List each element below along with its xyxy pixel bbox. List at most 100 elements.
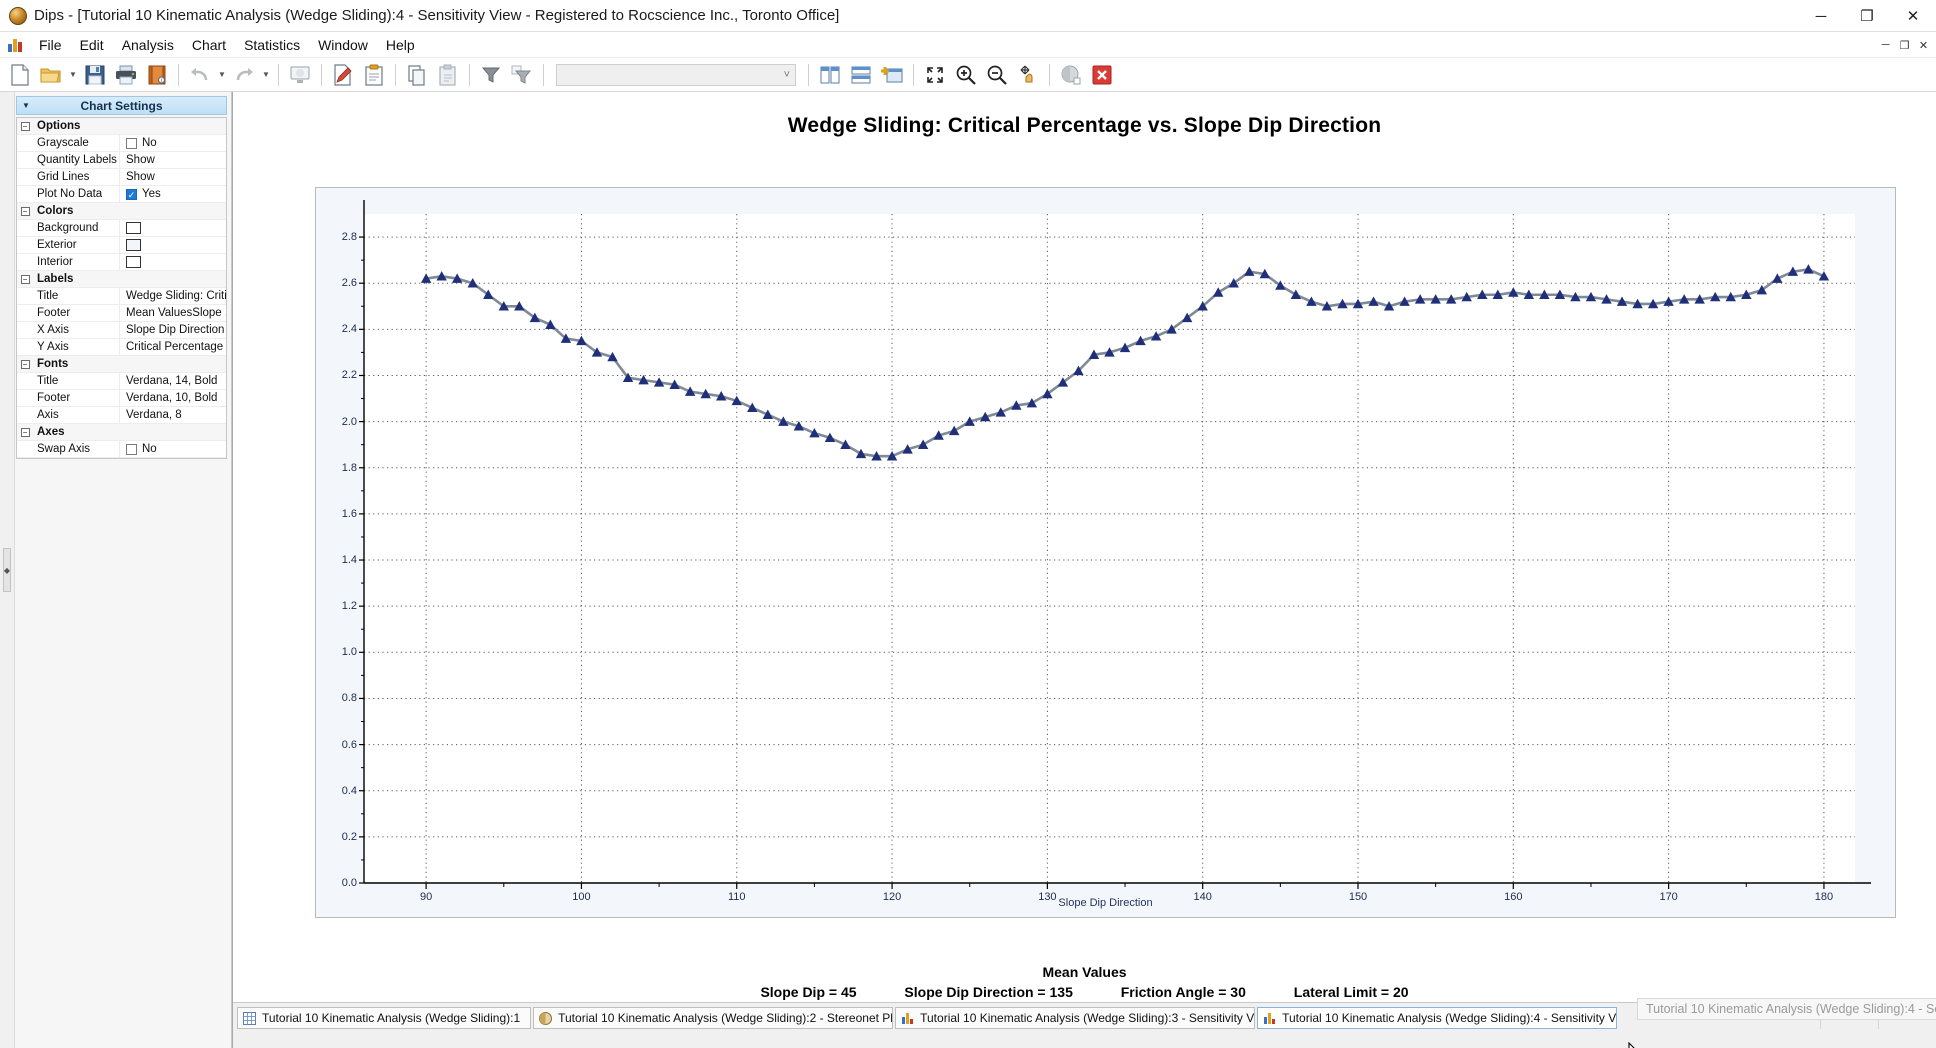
property-group-options[interactable]: − Options (17, 118, 226, 135)
new-window-icon[interactable] (877, 61, 907, 89)
property-row-label-y-axis[interactable]: Y Axis Critical Percentage (17, 339, 226, 356)
exterior-color-swatch[interactable] (126, 239, 141, 251)
property-label: Grayscale (33, 137, 119, 149)
zoom-all-icon[interactable] (920, 61, 950, 89)
x-axis-tick-label: 170 (1659, 883, 1677, 903)
menu-item-statistics[interactable]: Statistics (235, 34, 309, 56)
window-close-button[interactable]: ✕ (1890, 0, 1936, 32)
label-y-axis-value[interactable]: Critical Percentage (119, 339, 226, 355)
expander-icon[interactable]: − (17, 428, 33, 437)
property-value[interactable] (119, 254, 226, 270)
property-value[interactable]: No (119, 441, 226, 457)
property-row-interior[interactable]: Interior (17, 254, 226, 271)
property-value[interactable] (119, 220, 226, 236)
quantity-labels-value[interactable]: Show (119, 152, 226, 168)
pane-splitter[interactable]: ◆ (0, 92, 15, 1048)
property-row-label-title[interactable]: Title Wedge Sliding: Criti... (17, 288, 226, 305)
menu-item-chart[interactable]: Chart (183, 34, 235, 56)
property-value[interactable]: ✓ Yes (119, 186, 226, 202)
background-color-swatch[interactable] (126, 222, 141, 234)
property-row-grid-lines[interactable]: Grid Lines Show (17, 169, 226, 186)
taskbar-tab-4[interactable]: Tutorial 10 Kinematic Analysis (Wedge Sl… (1257, 1007, 1617, 1029)
chart-title: Wedge Sliding: Critical Percentage vs. S… (233, 114, 1936, 138)
font-axis-value[interactable]: Verdana, 8 (119, 407, 226, 423)
label-title-value[interactable]: Wedge Sliding: Criti... (119, 288, 226, 304)
filter-icon[interactable] (476, 61, 506, 89)
menu-item-file[interactable]: File (30, 34, 71, 56)
close-view-icon[interactable] (1087, 61, 1117, 89)
grayscale-checkbox[interactable] (126, 138, 137, 149)
property-group-colors[interactable]: − Colors (17, 203, 226, 220)
redo-icon[interactable] (229, 61, 259, 89)
font-title-value[interactable]: Verdana, 14, Bold (119, 373, 226, 389)
edit-document-icon[interactable] (328, 61, 358, 89)
open-folder-icon[interactable] (36, 61, 66, 89)
property-value[interactable] (119, 237, 226, 253)
property-group-axes[interactable]: − Axes (17, 424, 226, 441)
mdi-restore-button[interactable]: ❐ (1896, 35, 1913, 55)
interior-color-swatch[interactable] (126, 256, 141, 268)
expander-icon[interactable]: − (17, 275, 33, 284)
menu-item-help[interactable]: Help (377, 34, 424, 56)
mdi-minimize-button[interactable]: ─ (1877, 35, 1894, 55)
expander-icon[interactable]: − (17, 207, 33, 216)
property-row-quantity-labels[interactable]: Quantity Labels Show (17, 152, 226, 169)
toolbar-combo-box[interactable]: ˅ (556, 64, 796, 86)
menu-item-analysis[interactable]: Analysis (113, 34, 183, 56)
filter-settings-icon[interactable] (507, 61, 537, 89)
taskbar-tab-3[interactable]: Tutorial 10 Kinematic Analysis (Wedge Sl… (895, 1007, 1255, 1029)
property-row-label-footer[interactable]: Footer Mean ValuesSlope ... (17, 305, 226, 322)
font-footer-value[interactable]: Verdana, 10, Bold (119, 390, 226, 406)
open-folder-dropdown-caret[interactable]: ▼ (67, 61, 79, 89)
property-value[interactable]: No (119, 135, 226, 151)
tile-horizontal-icon[interactable] (846, 61, 876, 89)
swap-axis-checkbox[interactable] (126, 444, 137, 455)
expander-icon[interactable]: − (17, 360, 33, 369)
monitor-icon[interactable] (285, 61, 315, 89)
property-row-font-footer[interactable]: Footer Verdana, 10, Bold (17, 390, 226, 407)
tile-vertical-icon[interactable] (815, 61, 845, 89)
property-row-grayscale[interactable]: Grayscale No (17, 135, 226, 152)
label-x-axis-value[interactable]: Slope Dip Direction (119, 322, 226, 338)
splitter-grip[interactable]: ◆ (3, 548, 11, 592)
zoom-out-icon[interactable] (982, 61, 1012, 89)
property-row-swap-axis[interactable]: Swap Axis No (17, 441, 226, 458)
undo-icon[interactable] (185, 61, 215, 89)
undo-dropdown-caret[interactable]: ▼ (216, 61, 228, 89)
footer-friction-angle: Friction Angle = 30 (1121, 984, 1246, 1000)
property-row-background[interactable]: Background (17, 220, 226, 237)
paste-icon[interactable] (433, 61, 463, 89)
pan-icon[interactable] (1013, 61, 1043, 89)
property-row-label-x-axis[interactable]: X Axis Slope Dip Direction (17, 322, 226, 339)
collapse-caret-icon[interactable]: ▼ (17, 101, 35, 110)
plot-canvas[interactable]: 0.00.20.40.60.81.01.21.41.61.82.02.22.42… (316, 188, 1895, 917)
property-row-exterior[interactable]: Exterior (17, 237, 226, 254)
new-document-icon[interactable] (5, 61, 35, 89)
mdi-close-button[interactable]: ✕ (1915, 35, 1932, 55)
window-maximize-button[interactable]: ❐ (1844, 0, 1890, 32)
taskbar-tab-label: Tutorial 10 Kinematic Analysis (Wedge Sl… (920, 1011, 1255, 1025)
clipboard-icon[interactable] (359, 61, 389, 89)
sphere-icon[interactable] (1056, 61, 1086, 89)
redo-dropdown-caret[interactable]: ▼ (260, 61, 272, 89)
menu-item-edit[interactable]: Edit (71, 34, 113, 56)
copy-icon[interactable] (402, 61, 432, 89)
menu-item-window[interactable]: Window (309, 34, 377, 56)
label-footer-value[interactable]: Mean ValuesSlope ... (119, 305, 226, 321)
taskbar-tab-2[interactable]: Tutorial 10 Kinematic Analysis (Wedge Sl… (533, 1007, 893, 1029)
print-icon[interactable] (111, 61, 141, 89)
book-info-icon[interactable]: i (142, 61, 172, 89)
property-group-labels[interactable]: − Labels (17, 271, 226, 288)
expander-icon[interactable]: − (17, 122, 33, 131)
property-row-font-title[interactable]: Title Verdana, 14, Bold (17, 373, 226, 390)
grid-lines-value[interactable]: Show (119, 169, 226, 185)
property-group-fonts[interactable]: − Fonts (17, 356, 226, 373)
group-label: Options (33, 120, 226, 132)
property-row-font-axis[interactable]: Axis Verdana, 8 (17, 407, 226, 424)
taskbar-tab-1[interactable]: Tutorial 10 Kinematic Analysis (Wedge Sl… (237, 1007, 531, 1029)
save-disk-icon[interactable] (80, 61, 110, 89)
property-row-plot-no-data[interactable]: Plot No Data ✓ Yes (17, 186, 226, 203)
zoom-in-icon[interactable] (951, 61, 981, 89)
window-minimize-button[interactable]: ─ (1798, 0, 1844, 32)
plot-no-data-checkbox[interactable]: ✓ (126, 189, 137, 200)
